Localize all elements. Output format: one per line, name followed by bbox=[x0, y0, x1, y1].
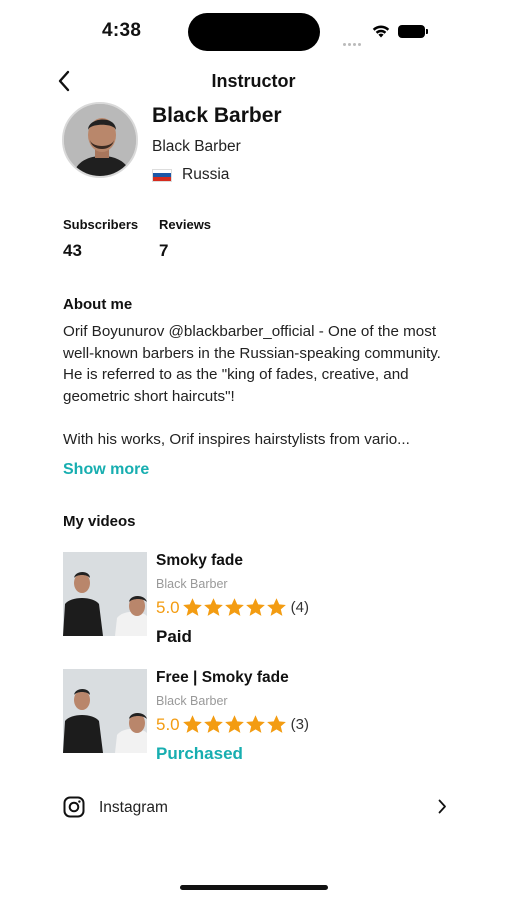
video-status: Purchased bbox=[156, 744, 243, 763]
video-card[interactable]: Free | Smoky fade Black Barber 5.0 (3) P… bbox=[63, 669, 453, 769]
video-thumbnail bbox=[63, 552, 147, 636]
star-icon bbox=[224, 598, 244, 616]
rating-stars bbox=[182, 714, 287, 735]
videos-title: My videos bbox=[63, 513, 136, 530]
show-more-link[interactable]: Show more bbox=[63, 461, 149, 479]
stat-label: Reviews bbox=[159, 217, 212, 232]
video-card[interactable]: Smoky fade Black Barber 5.0 (4) Paid bbox=[63, 552, 453, 652]
rating-count: (4) bbox=[290, 599, 309, 616]
rating-count: (3) bbox=[290, 716, 309, 733]
video-author: Black Barber bbox=[156, 694, 228, 708]
stat-subscribers: Subscribers 43 bbox=[63, 217, 138, 261]
rating-score: 5.0 bbox=[156, 714, 180, 734]
video-status: Paid bbox=[156, 627, 192, 646]
star-icon bbox=[203, 598, 223, 616]
stat-value: 43 bbox=[63, 241, 82, 260]
page-title: Instructor bbox=[211, 71, 296, 91]
star-icon bbox=[266, 715, 286, 733]
rating-stars bbox=[182, 597, 287, 618]
star-icon bbox=[266, 598, 286, 616]
russia-flag-icon bbox=[152, 168, 172, 182]
navigation-bar: Instructor bbox=[0, 62, 507, 100]
about-title: About me bbox=[63, 296, 133, 313]
stat-reviews[interactable]: Reviews 7 bbox=[159, 217, 211, 261]
instructor-country: Russia bbox=[152, 166, 229, 184]
avatar bbox=[62, 102, 138, 178]
star-icon bbox=[224, 715, 244, 733]
stat-value: 7 bbox=[159, 241, 169, 260]
video-thumbnail bbox=[63, 669, 147, 753]
video-title: Free | Smoky fade bbox=[156, 669, 289, 686]
instagram-link[interactable]: Instagram bbox=[63, 795, 447, 821]
video-rating: 5.0 (3) bbox=[156, 714, 309, 735]
video-rating: 5.0 (4) bbox=[156, 597, 309, 618]
star-icon bbox=[182, 715, 202, 733]
country-label: Russia bbox=[182, 166, 230, 183]
star-icon bbox=[182, 598, 202, 616]
about-text: Orif Boyunurov @blackbarber_official - O… bbox=[63, 323, 441, 448]
star-icon bbox=[245, 598, 265, 616]
dynamic-island bbox=[188, 13, 320, 51]
instructor-name: Black Barber bbox=[152, 104, 282, 127]
star-icon bbox=[245, 715, 265, 733]
status-time: 4:38 bbox=[102, 20, 142, 41]
instagram-icon bbox=[63, 796, 85, 818]
instructor-subname: Black Barber bbox=[152, 138, 241, 155]
battery-icon bbox=[398, 25, 428, 38]
rating-score: 5.0 bbox=[156, 597, 180, 617]
cellular-signal-icon bbox=[343, 33, 363, 51]
home-indicator bbox=[180, 885, 328, 890]
instagram-label: Instagram bbox=[99, 799, 168, 816]
stat-label: Subscribers bbox=[63, 217, 139, 232]
chevron-right-icon bbox=[438, 799, 446, 814]
star-icon bbox=[203, 715, 223, 733]
video-title: Smoky fade bbox=[156, 552, 244, 569]
video-author: Black Barber bbox=[156, 577, 228, 591]
wifi-icon bbox=[372, 24, 390, 43]
status-bar: 4:38 bbox=[0, 0, 507, 62]
